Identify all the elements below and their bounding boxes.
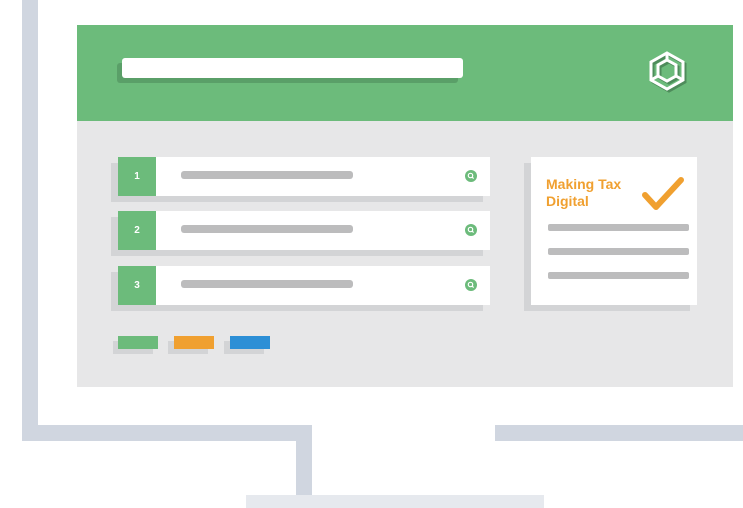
list-item-text-placeholder [181, 225, 353, 233]
green-swatch-button[interactable] [118, 336, 158, 349]
search-icon[interactable] [465, 170, 477, 182]
search-icon[interactable] [465, 224, 477, 236]
list-item-number: 1 [118, 157, 156, 196]
blue-swatch-button[interactable] [230, 336, 270, 349]
card-text-placeholder [548, 248, 689, 255]
list-item-text-placeholder [181, 171, 353, 179]
list-item-number: 2 [118, 211, 156, 250]
list-item[interactable]: 3 [118, 266, 490, 305]
checkmark-icon [642, 177, 684, 210]
hexagon-cube-logo-icon [649, 51, 687, 93]
card-title: Making Tax Digital [546, 176, 622, 209]
monitor-stand-neck [296, 425, 312, 497]
list-item[interactable]: 1 [118, 157, 490, 196]
monitor-stand-base [246, 495, 544, 508]
info-card: Making Tax Digital [531, 157, 697, 305]
orange-swatch-button[interactable] [174, 336, 214, 349]
monitor-frame-bottom-left [22, 425, 312, 441]
monitor-frame-left [22, 0, 38, 441]
title-bar-placeholder [122, 58, 463, 78]
card-text-placeholder [548, 272, 689, 279]
search-icon[interactable] [465, 279, 477, 291]
list-item[interactable]: 2 [118, 211, 490, 250]
list-item-text-placeholder [181, 280, 353, 288]
monitor-frame-bottom-right [495, 425, 743, 441]
card-text-placeholder [548, 224, 689, 231]
list-item-number: 3 [118, 266, 156, 305]
